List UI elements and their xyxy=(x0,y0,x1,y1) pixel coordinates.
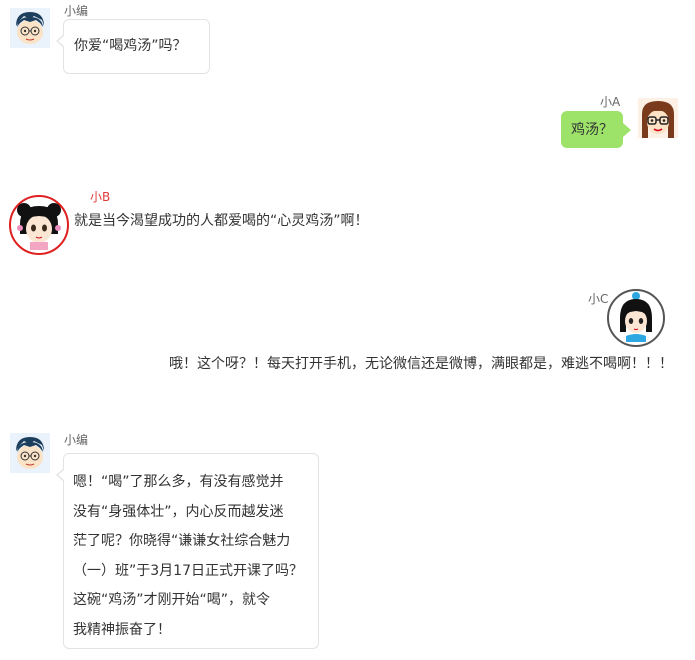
user-b-avatar[interactable] xyxy=(8,194,70,256)
sender-name: 小编 xyxy=(64,4,89,18)
message-text: 鸡汤？ xyxy=(571,122,613,138)
message-text: 你爱“喝鸡汤”吗？ xyxy=(74,38,187,54)
message-bubble: 嗯！“喝”了那么多，有没有感觉并 没有“身强体壮”，内心反而越发迷 茫了呢？你晓… xyxy=(56,453,319,649)
message-text: 哦！这个呀？！每天打开手机，无论微信还是微博，满眼都是，难逃不喝啊！！！ xyxy=(169,356,673,372)
user-a-avatar[interactable] xyxy=(638,98,678,138)
editor-avatar[interactable] xyxy=(10,433,50,473)
message-text: 就是当今渴望成功的人都爱喝的“心灵鸡汤”啊！ xyxy=(74,213,369,229)
message-bubble: 鸡汤？ xyxy=(561,111,631,148)
user-c-avatar[interactable] xyxy=(606,288,666,348)
sender-name: 小A xyxy=(600,95,621,109)
sender-name: 小B xyxy=(90,190,111,204)
sender-name: 小编 xyxy=(64,433,89,447)
editor-avatar[interactable] xyxy=(10,8,50,48)
message-text: 嗯！“喝”了那么多，有没有感觉并 没有“身强体壮”，内心反而越发迷 茫了呢？你晓… xyxy=(73,474,303,638)
message-bubble: 你爱“喝鸡汤”吗？ xyxy=(56,19,210,74)
